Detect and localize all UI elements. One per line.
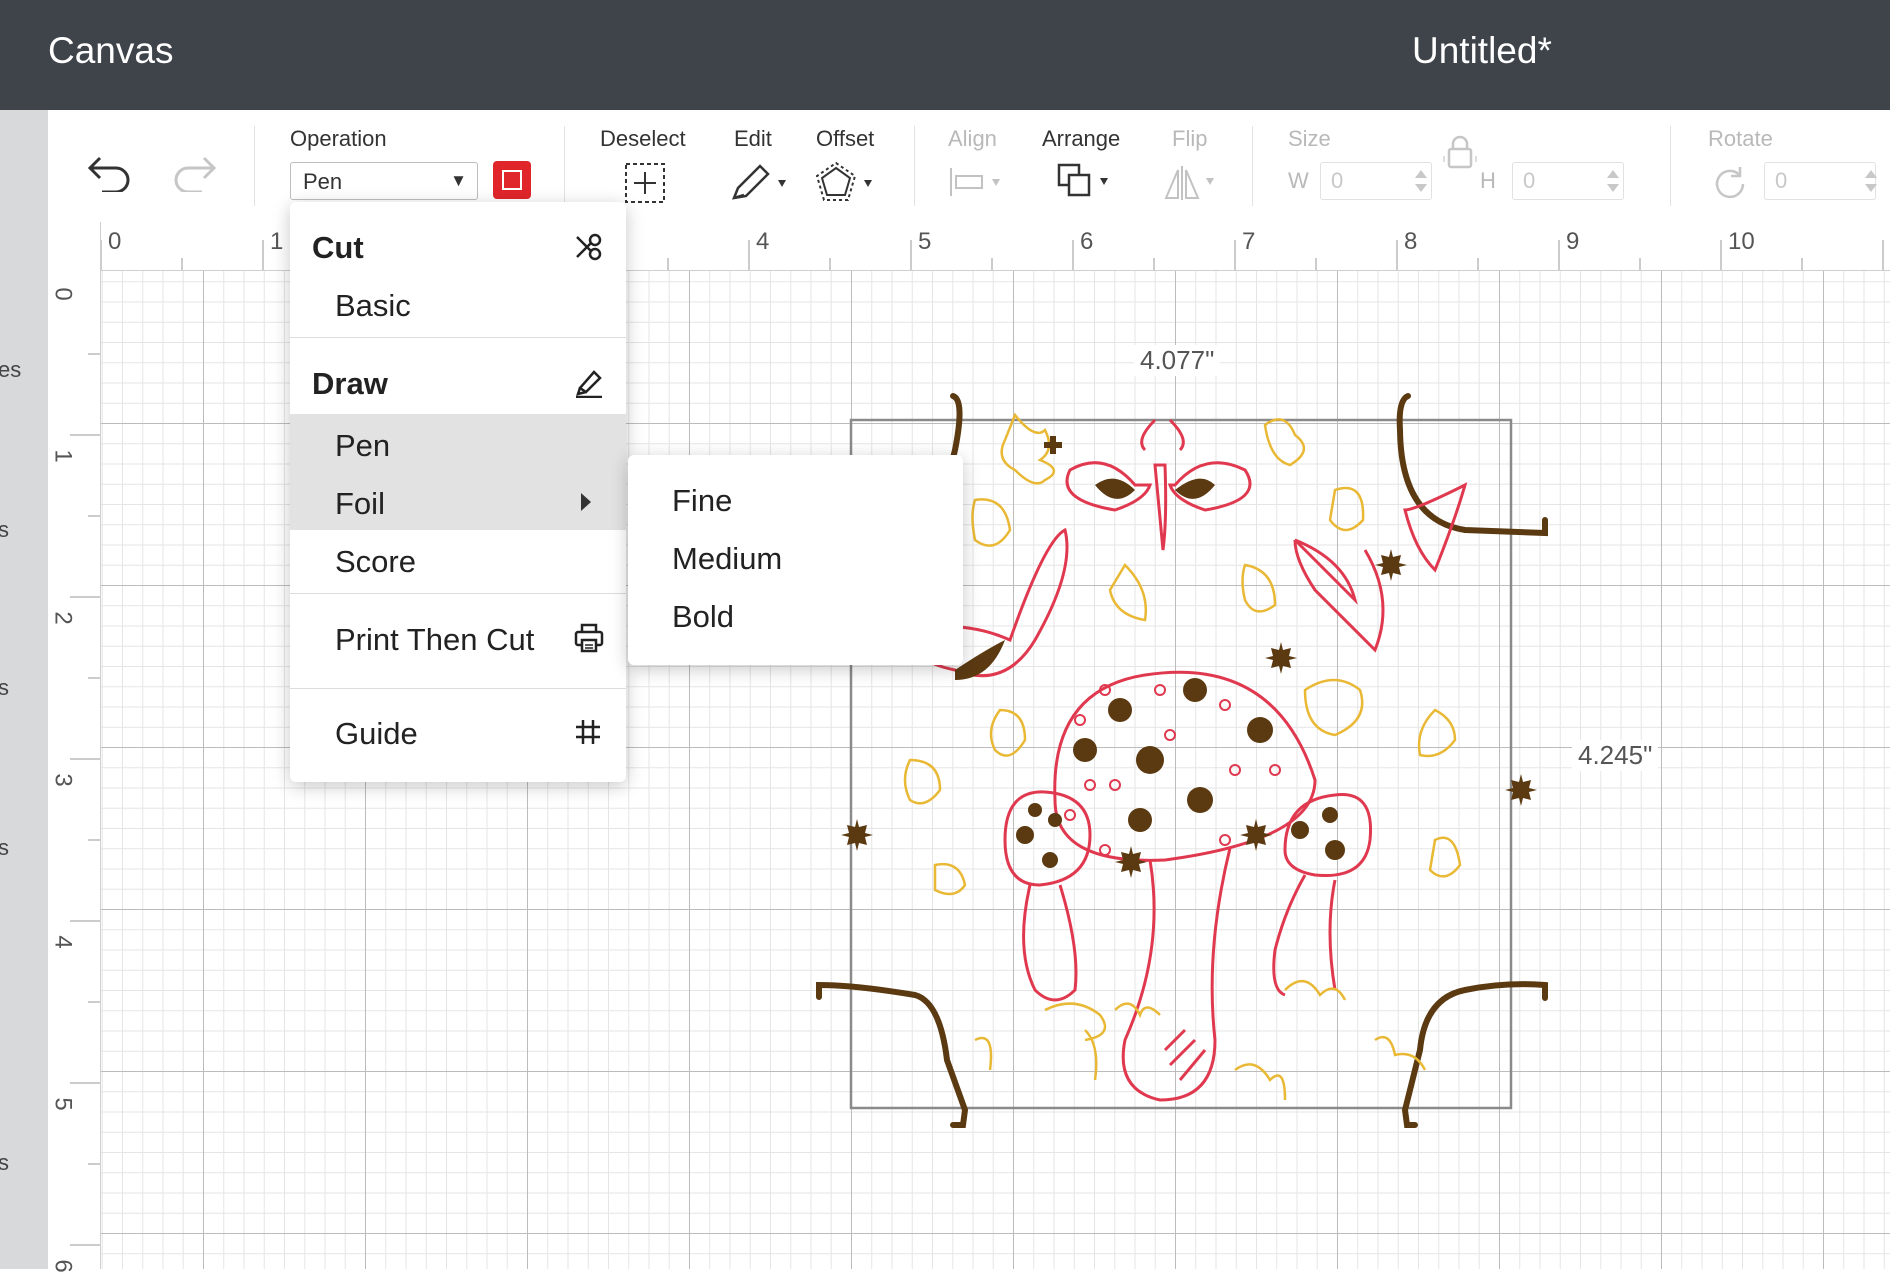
ruler-v-label: 3	[49, 773, 77, 787]
left-panel-fragment[interactable]: s	[0, 835, 9, 861]
marker-icon	[576, 370, 602, 398]
operation-value: Pen	[303, 169, 343, 194]
submenu-item-medium[interactable]: Medium	[628, 527, 963, 585]
printer-icon	[574, 623, 604, 653]
left-panel-fragment[interactable]: es	[0, 357, 21, 383]
deselect-icon[interactable]	[624, 162, 666, 204]
menu-item-print-then-cut[interactable]: Print Then Cut	[290, 608, 626, 666]
submenu-item-bold[interactable]: Bold	[628, 585, 963, 643]
menu-item-basic[interactable]: Basic	[290, 274, 626, 332]
menu-item-label: Foil	[335, 486, 385, 521]
align-label: Align	[948, 126, 997, 151]
offset-label: Offset	[816, 126, 875, 151]
menu-item-label: Basic	[335, 288, 411, 323]
left-panel-fragment[interactable]: s	[0, 675, 9, 701]
operation-color-swatch[interactable]	[493, 161, 531, 199]
height-prefix: H	[1480, 168, 1496, 193]
left-panel: es s s s s	[0, 110, 48, 1269]
operation-dropdown-menu: Cut Basic Draw Pen Foil Score Print Then…	[290, 202, 626, 782]
rotate-label: Rotate	[1708, 126, 1773, 151]
ruler-h-label: 4	[756, 228, 770, 255]
menu-item-label: Score	[335, 544, 416, 579]
offset-icon[interactable]	[816, 162, 882, 204]
chevron-right-icon	[581, 493, 591, 511]
operation-select[interactable]: Pen ▼	[290, 162, 478, 200]
submenu-item-label: Fine	[672, 483, 733, 518]
ruler-v-label: 2	[49, 611, 77, 625]
ruler-h-label: 7	[1242, 228, 1256, 255]
hashtag-icon	[576, 720, 600, 744]
ruler-h-label: 8	[1404, 228, 1418, 255]
menu-item-label: Print Then Cut	[335, 622, 535, 657]
menu-item-guide[interactable]: Guide	[290, 702, 626, 760]
menu-item-foil[interactable]: Foil	[290, 472, 626, 530]
left-panel-fragment[interactable]: s	[0, 517, 9, 543]
arrange-icon[interactable]	[1056, 162, 1120, 202]
foil-submenu: Fine Medium Bold	[628, 455, 963, 665]
ruler-h-label: 10	[1728, 228, 1755, 255]
operation-label: Operation	[290, 126, 387, 151]
menu-item-label: Pen	[335, 428, 391, 463]
deselect-label: Deselect	[600, 126, 686, 151]
left-panel-fragment[interactable]: s	[0, 1150, 9, 1176]
menu-header-cut: Cut	[290, 216, 626, 274]
menu-item-label: Guide	[335, 716, 418, 751]
rotate-input[interactable]: 0	[1764, 162, 1876, 200]
rotate-icon[interactable]	[1710, 164, 1750, 204]
rotate-value: 0	[1775, 168, 1788, 193]
menu-header-draw: Draw	[290, 352, 626, 410]
submenu-item-fine[interactable]: Fine	[628, 469, 963, 527]
flip-icon[interactable]	[1162, 162, 1226, 204]
flip-label: Flip	[1172, 126, 1208, 151]
align-icon[interactable]	[948, 164, 1010, 200]
redo-icon[interactable]	[172, 152, 218, 192]
top-bar: Canvas Untitled*	[0, 0, 1890, 110]
height-dimension-label: 4.245"	[1572, 740, 1659, 771]
draw-header-label: Draw	[312, 366, 388, 401]
ruler-v-label: 4	[49, 935, 77, 949]
ruler-h-label: 9	[1566, 228, 1580, 255]
height-stepper-icon[interactable]	[1604, 166, 1622, 196]
ruler-v-label: 6	[49, 1259, 77, 1273]
ruler-v-label: 0	[49, 287, 77, 301]
arrange-label: Arrange	[1042, 126, 1121, 151]
ruler-h-label: 0	[108, 228, 122, 255]
width-value: 0	[1331, 168, 1344, 193]
height-value: 0	[1523, 168, 1536, 193]
ruler-v-label: 1	[49, 449, 77, 463]
submenu-item-label: Medium	[672, 541, 783, 576]
width-prefix: W	[1288, 168, 1309, 193]
submenu-item-label: Bold	[672, 599, 735, 634]
app-title: Canvas	[48, 30, 174, 71]
size-label: Size	[1288, 126, 1331, 151]
menu-item-score[interactable]: Score	[290, 530, 626, 588]
lock-icon[interactable]	[1440, 132, 1480, 172]
vertical-ruler: 0 1 2 3 4 5 6	[48, 222, 101, 1273]
ruler-ticks-vertical	[70, 353, 100, 1246]
ruler-h-label: 1	[270, 228, 284, 255]
cut-header-label: Cut	[312, 230, 364, 265]
width-dimension-label: 4.077"	[1134, 345, 1221, 376]
document-title[interactable]: Untitled*	[1412, 30, 1552, 72]
menu-item-pen[interactable]: Pen	[290, 414, 626, 472]
ruler-h-label: 6	[1080, 228, 1094, 255]
ruler-h-label: 5	[918, 228, 932, 255]
width-stepper-icon[interactable]	[1412, 166, 1430, 196]
ruler-v-label: 5	[49, 1097, 77, 1111]
rotate-stepper-icon[interactable]	[1862, 166, 1880, 196]
caret-down-icon: ▼	[450, 171, 467, 190]
scissors-icon	[576, 233, 602, 261]
edit-label: Edit	[734, 126, 772, 151]
pen-icon[interactable]	[728, 162, 794, 204]
undo-icon[interactable]	[86, 152, 132, 192]
